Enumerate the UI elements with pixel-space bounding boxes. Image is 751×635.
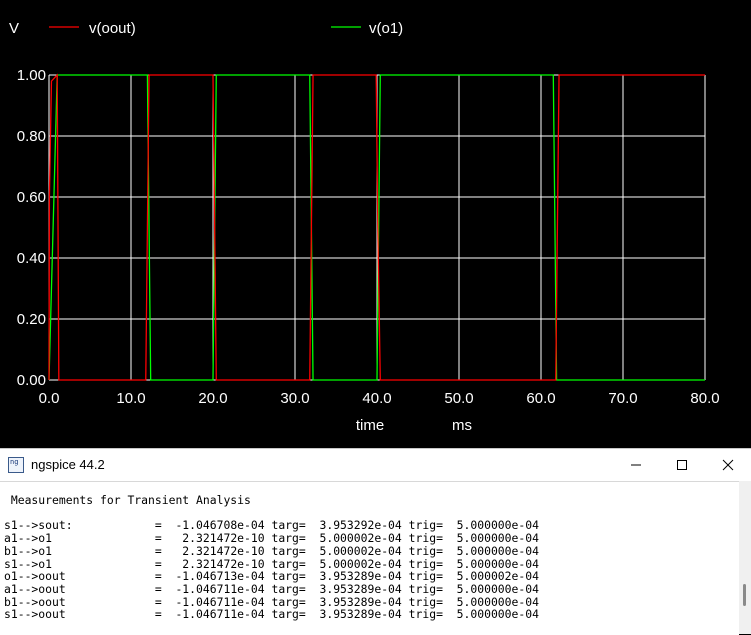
x-tick-label: 70.0	[608, 390, 637, 407]
minimize-button[interactable]	[613, 449, 659, 481]
y-tick-label: 0.80	[17, 128, 46, 145]
console-text: Measurements for Transient Analysis s1--…	[4, 494, 539, 621]
y-tick-label: 0.00	[17, 372, 46, 389]
minimize-icon	[631, 464, 641, 466]
x-axis-label: time	[356, 417, 384, 434]
console-window[interactable]: ng ngspice 44.2 Measurements for Transie…	[0, 448, 751, 635]
x-tick-label: 40.0	[362, 390, 391, 407]
x-tick-label: 20.0	[198, 390, 227, 407]
meas-name: s1-->oout	[4, 607, 155, 622]
y-unit-label: V	[9, 20, 19, 37]
console-output[interactable]: Measurements for Transient Analysis s1--…	[0, 481, 739, 635]
y-tick-label: 1.00	[17, 67, 46, 84]
close-button[interactable]	[705, 449, 751, 481]
scrollbar-thumb[interactable]	[743, 584, 746, 606]
x-tick-label: 60.0	[526, 390, 555, 407]
meas-trig: trig=	[401, 607, 457, 622]
plot-window[interactable]: V v(oout) v(o1) 1.00 0.80 0.60 0.40 0.20…	[0, 0, 751, 448]
meas-targ: targ=	[264, 607, 320, 622]
x-axis-unit: ms	[452, 417, 472, 434]
y-tick-label: 0.60	[17, 189, 46, 206]
x-tick-label: 10.0	[116, 390, 145, 407]
maximize-button[interactable]	[659, 449, 705, 481]
measurement-row: s1-->oout = -1.046711e-04 targ= 3.953289…	[4, 607, 539, 621]
legend-label-v-o1: v(o1)	[369, 20, 403, 37]
x-tick-label: 30.0	[280, 390, 309, 407]
ngspice-app-icon: ng	[8, 457, 24, 473]
x-tick-label: 50.0	[444, 390, 473, 407]
console-titlebar[interactable]: ng ngspice 44.2	[0, 449, 751, 481]
y-tick-label: 0.40	[17, 250, 46, 267]
x-tick-label: 0.0	[39, 390, 60, 407]
y-tick-label: 0.20	[17, 311, 46, 328]
console-header	[4, 493, 11, 507]
meas-equals: =	[154, 607, 176, 622]
meas-value: -1.046711e-04	[175, 607, 265, 622]
vertical-scrollbar[interactable]	[739, 481, 751, 634]
close-icon	[722, 459, 734, 471]
x-tick-label: 80.0	[690, 390, 719, 407]
console-header-text: Measurements for Transient Analysis	[10, 493, 251, 507]
legend-label-v-oout: v(oout)	[89, 20, 136, 37]
meas-targ-value: 3.953289e-04	[319, 607, 402, 622]
waveform-plot[interactable]: V v(oout) v(o1) 1.00 0.80 0.60 0.40 0.20…	[0, 0, 751, 448]
meas-trig-value: 5.000000e-04	[456, 607, 539, 622]
maximize-icon	[677, 460, 687, 470]
window-title: ngspice 44.2	[31, 457, 105, 472]
